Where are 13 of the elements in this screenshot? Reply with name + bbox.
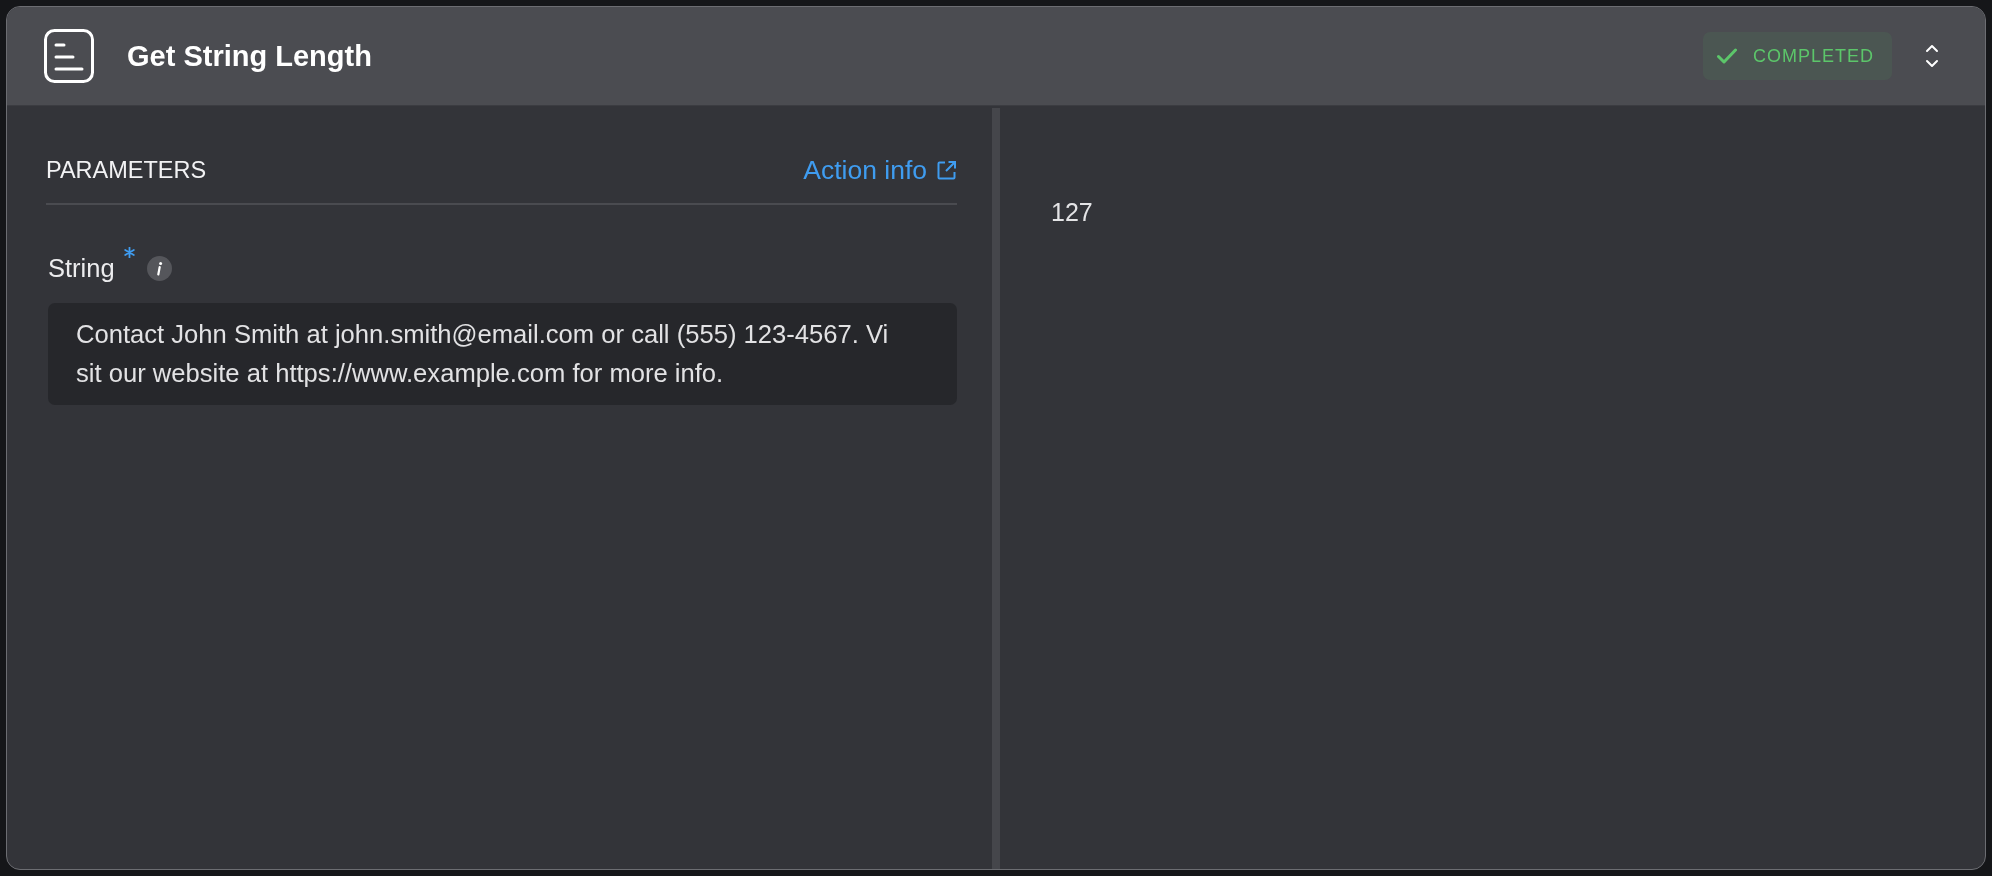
check-icon [1716, 48, 1737, 64]
action-title: Get String Length [127, 39, 372, 73]
expand-collapse-button[interactable] [1925, 43, 1939, 69]
field-label: String [48, 253, 115, 283]
output-value: 127 [1051, 197, 1093, 227]
chevron-up-down-icon [1925, 43, 1939, 69]
parameters-heading: PARAMETERS [46, 156, 207, 184]
action-info-link[interactable]: Action info [803, 154, 957, 186]
external-link-icon [936, 159, 957, 181]
info-icon[interactable] [146, 255, 172, 281]
string-field[interactable]: Contact John Smith at john.smith@email.com or call (555) 123-4567. Visit our website at https://www.example.com for more info. [48, 303, 957, 405]
list-icon [44, 29, 94, 83]
status-label: COMPLETED [1752, 45, 1874, 67]
